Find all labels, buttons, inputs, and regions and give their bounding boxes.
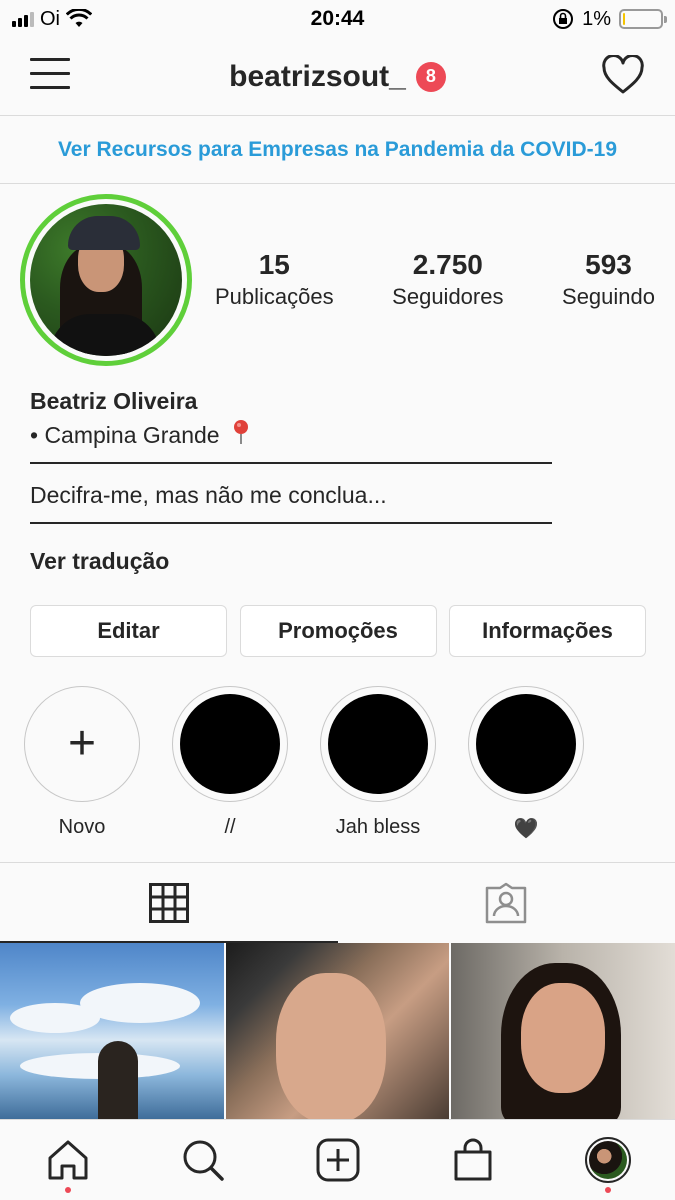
pin-icon (233, 420, 248, 444)
stat-value: 2.750 (412, 249, 483, 280)
add-post-icon (316, 1138, 359, 1182)
nav-profile[interactable] (573, 1125, 643, 1195)
search-icon (183, 1140, 224, 1181)
promotions-button[interactable]: Promoções (239, 605, 437, 657)
bottom-navigation (0, 1119, 675, 1200)
profile-full-name: Beatriz Oliveira (30, 388, 198, 414)
stat-value: 15 (258, 249, 290, 280)
edit-profile-button[interactable]: Editar (30, 605, 227, 657)
plus-icon: + (67, 717, 97, 770)
nav-search[interactable] (168, 1125, 238, 1195)
tagged-person-icon (486, 882, 527, 924)
covid-resources-link[interactable]: Ver Recursos para Empresas na Pandemia d… (0, 116, 675, 184)
highlight-cover (476, 694, 576, 794)
profile-actions: Editar Promoções Informações (30, 605, 646, 657)
insights-button[interactable]: Informações (449, 605, 646, 657)
highlight-circle (468, 686, 584, 802)
heart-icon[interactable] (601, 55, 645, 95)
battery-percent: 1% (582, 7, 611, 30)
activity-dot (64, 1187, 71, 1193)
battery-fill (623, 13, 625, 25)
stat-value: 593 (585, 249, 632, 280)
wifi-icon (66, 9, 92, 27)
see-translation-link[interactable]: Ver tradução (30, 548, 169, 575)
new-highlight-button[interactable]: + Novo (24, 686, 140, 841)
post-thumbnail[interactable] (225, 943, 450, 1119)
profile-stats: 15 Publicações 2.750 Seguidores 593 Segu… (215, 248, 655, 312)
battery-icon (619, 9, 667, 29)
hamburger-menu-icon[interactable] (30, 58, 70, 92)
signal-icon (12, 11, 34, 27)
highlight-item[interactable]: Jah bless (320, 686, 436, 841)
stat-followers[interactable]: 2.750 Seguidores (392, 248, 503, 312)
profile-avatar[interactable] (20, 194, 192, 366)
bio-divider (30, 522, 552, 524)
profile-avatar-icon (584, 1137, 631, 1183)
post-grid (0, 943, 675, 1119)
profile-bio: Beatriz Oliveira • Campina Grande Decifr… (30, 384, 650, 538)
highlight-label: 🖤 (513, 818, 539, 840)
bio-text: Decifra-me, mas não me conclua... (30, 482, 387, 508)
highlight-item[interactable]: // (172, 686, 288, 841)
stat-posts[interactable]: 15 Publicações (215, 248, 334, 312)
home-icon (48, 1140, 87, 1180)
status-bar: Oi 20:44 1% (0, 0, 675, 38)
stat-label: Seguidores (392, 284, 504, 309)
stat-label: Seguindo (562, 284, 655, 309)
stat-label: Publicações (215, 284, 334, 309)
profile-username[interactable]: beatrizsout_ (229, 60, 406, 94)
highlight-label: // (224, 816, 236, 838)
bio-location-line: • Campina Grande (30, 418, 650, 452)
avatar-photo (30, 204, 182, 356)
status-left: Oi (12, 8, 92, 31)
nav-shop[interactable] (438, 1125, 508, 1195)
highlight-circle (320, 686, 436, 802)
activity-dot (604, 1187, 611, 1193)
nav-home[interactable] (33, 1125, 103, 1195)
highlight-cover (180, 694, 280, 794)
highlight-label: Novo (58, 816, 106, 838)
story-highlights: + Novo // Jah bless 🖤 (24, 686, 664, 841)
highlight-item[interactable]: 🖤 (468, 686, 584, 841)
notification-badge[interactable]: 8 (415, 61, 446, 92)
grid-icon (148, 883, 189, 923)
shopping-bag-icon (454, 1138, 491, 1181)
bio-location: • Campina Grande (30, 422, 220, 448)
nav-new-post[interactable] (303, 1125, 373, 1195)
tab-tagged[interactable] (338, 863, 675, 943)
profile-header: beatrizsout_ 8 (0, 38, 675, 116)
highlight-cover (328, 694, 428, 794)
post-thumbnail[interactable] (451, 943, 675, 1119)
orientation-lock-icon (553, 9, 574, 29)
highlight-circle: + (24, 686, 140, 802)
post-thumbnail[interactable] (0, 943, 224, 1119)
stat-following[interactable]: 593 Seguindo (562, 248, 655, 312)
carrier-label: Oi (40, 7, 60, 30)
highlight-label: Jah bless (335, 816, 421, 838)
status-right: 1% (552, 7, 667, 31)
highlight-circle (172, 686, 288, 802)
tab-grid[interactable] (0, 863, 338, 943)
bio-divider (30, 462, 552, 464)
profile-tabs (0, 862, 675, 943)
